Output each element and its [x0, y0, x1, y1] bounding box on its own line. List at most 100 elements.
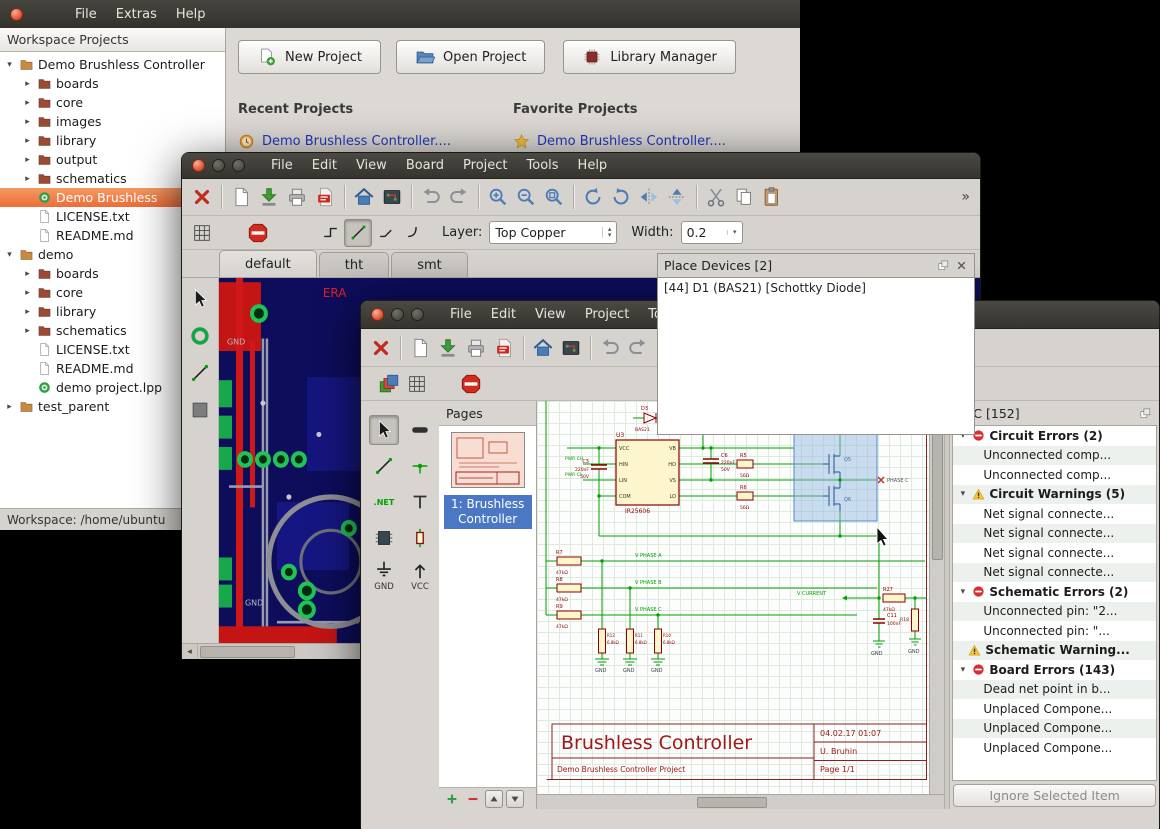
new-project-button[interactable]: New Project — [238, 40, 381, 74]
erc-item[interactable]: Net signal connecte... — [953, 543, 1156, 563]
rotate-ccw-button[interactable] — [579, 183, 607, 211]
dropdown-icon[interactable]: ▾ — [727, 228, 737, 236]
add-junction-tool[interactable] — [405, 451, 435, 481]
add-via-tool[interactable] — [185, 321, 215, 351]
menu-file[interactable]: File — [271, 158, 293, 173]
export-pdf-button[interactable] — [490, 334, 518, 362]
expander-icon[interactable]: ▸ — [22, 117, 33, 127]
menu-board[interactable]: Board — [406, 158, 444, 173]
erc-item[interactable]: Unconnected comp... — [953, 445, 1156, 465]
add-vcc-symbol-tool[interactable]: VCC — [405, 559, 435, 592]
erc-item[interactable]: Unconnected pin: "2... — [953, 601, 1156, 621]
minimize-window-button[interactable] — [391, 308, 404, 321]
undo-button[interactable] — [596, 334, 624, 362]
expander-icon[interactable]: ▸ — [22, 79, 33, 89]
remove-page-button[interactable] — [464, 790, 482, 808]
close-project-button[interactable] — [188, 183, 216, 211]
draw-trace-tool[interactable] — [185, 358, 215, 388]
wire-mode-curve-button[interactable] — [400, 219, 428, 247]
wire-mode-45-button[interactable] — [344, 218, 372, 247]
save-button[interactable] — [255, 183, 283, 211]
float-panel-icon[interactable] — [937, 259, 950, 272]
pages-list[interactable]: 1: Brushless Controller — [439, 425, 537, 787]
menu-extras[interactable]: Extras — [116, 7, 157, 22]
erc-item[interactable]: Net signal connecte... — [953, 504, 1156, 524]
expander-icon[interactable]: ▾ — [957, 587, 968, 597]
erc-category[interactable]: ▾ Circuit Warnings (5) — [953, 484, 1156, 504]
redo-button[interactable] — [445, 183, 473, 211]
new-button[interactable] — [227, 183, 255, 211]
layer-select[interactable]: Top Copper ▴ ▾ — [489, 221, 618, 244]
menu-tools[interactable]: Tools — [527, 158, 559, 173]
menu-file[interactable]: File — [75, 7, 97, 22]
close-window-button[interactable] — [371, 308, 384, 321]
expander-icon[interactable]: ▸ — [4, 402, 15, 412]
expander-icon[interactable]: ▸ — [22, 174, 33, 184]
move-page-down-button[interactable] — [506, 789, 524, 808]
scroll-left-icon[interactable]: ◂ — [182, 644, 198, 659]
erc-item[interactable]: Unconnected comp... — [953, 465, 1156, 485]
tree-item-library[interactable]: ▸ library — [0, 131, 225, 150]
erc-category[interactable]: ▾ Circuit Errors (2) — [953, 426, 1156, 446]
draw-line-tool[interactable] — [369, 451, 399, 481]
scrollbar-thumb[interactable] — [931, 430, 943, 560]
canvas-vertical-scrollbar[interactable]: ▴ — [929, 401, 945, 794]
close-window-button[interactable] — [192, 159, 205, 172]
recent-project-link[interactable]: Demo Brushless Controller.... — [238, 133, 513, 150]
selection-box[interactable] — [793, 424, 878, 522]
paste-button[interactable] — [758, 183, 786, 211]
undo-button[interactable] — [417, 183, 445, 211]
grid-settings-button[interactable] — [188, 219, 216, 247]
move-page-up-button[interactable] — [485, 789, 503, 808]
tab-smt[interactable]: smt — [391, 252, 468, 277]
wire-mode-hv-button[interactable] — [316, 219, 344, 247]
draw-plane-tool[interactable] — [185, 395, 215, 425]
erc-list[interactable]: ▾ Circuit Errors (2) Unconnected comp... … — [952, 425, 1157, 781]
expander-icon[interactable]: ▾ — [4, 60, 15, 70]
save-button[interactable] — [434, 334, 462, 362]
erc-category[interactable]: Schematic Warning... — [953, 640, 1156, 660]
menu-view[interactable]: View — [356, 158, 387, 173]
spinner-icons[interactable]: ▴ ▾ — [601, 225, 611, 239]
redo-button[interactable] — [624, 334, 652, 362]
menu-project[interactable]: Project — [585, 307, 629, 322]
ignore-selected-item-button[interactable]: Ignore Selected Item — [953, 783, 1156, 807]
zoom-in-button[interactable] — [484, 183, 512, 211]
menu-edit[interactable]: Edit — [491, 307, 516, 322]
add-symbol-tool[interactable] — [405, 523, 435, 553]
tree-item-core[interactable]: ▸ core — [0, 93, 225, 112]
flip-vertical-button[interactable] — [663, 183, 691, 211]
list-item[interactable]: [44] D1 (BAS21) [Schottky Diode] — [658, 278, 974, 298]
wire-mode-angled-button[interactable] — [372, 219, 400, 247]
expander-icon[interactable]: ▸ — [22, 136, 33, 146]
scrollbar-thumb[interactable] — [200, 645, 295, 658]
expander-icon[interactable]: ▸ — [22, 269, 33, 279]
erc-category[interactable]: ▾ Board Errors (143) — [953, 660, 1156, 680]
grid-settings-button[interactable] — [403, 370, 431, 398]
erc-item[interactable]: Unplaced Compone... — [953, 738, 1156, 758]
tree-item-demo-brushless-controller[interactable]: ▾ Demo Brushless Controller — [0, 55, 225, 74]
new-button[interactable] — [406, 334, 434, 362]
width-select[interactable]: 0.2 ▾ — [680, 221, 743, 244]
tree-item-boards[interactable]: ▸ boards — [0, 74, 225, 93]
toolbar-overflow-chevron[interactable]: » — [957, 189, 974, 205]
close-project-button[interactable] — [367, 334, 395, 362]
maximize-window-button[interactable] — [232, 159, 245, 172]
abort-command-button[interactable] — [457, 370, 485, 398]
tree-item-images[interactable]: ▸ images — [0, 112, 225, 131]
erc-item[interactable]: Unplaced Compone... — [953, 699, 1156, 719]
menu-project[interactable]: Project — [463, 158, 507, 173]
expander-icon[interactable]: ▸ — [22, 155, 33, 165]
favorite-project-link[interactable]: Demo Brushless Controller.... — [513, 133, 788, 150]
expander-icon[interactable]: ▸ — [22, 288, 33, 298]
erc-item[interactable]: Unconnected pin: "... — [953, 621, 1156, 641]
open-project-button[interactable]: Open Project — [395, 40, 546, 74]
abort-command-button[interactable] — [244, 219, 272, 247]
menu-view[interactable]: View — [535, 307, 566, 322]
rotate-cw-button[interactable] — [607, 183, 635, 211]
board-editor-button[interactable] — [378, 183, 406, 211]
tab-default[interactable]: default — [219, 250, 317, 277]
expander-icon[interactable]: ▸ — [22, 98, 33, 108]
erc-item[interactable]: Unplaced Compone... — [953, 718, 1156, 738]
maximize-window-button[interactable] — [411, 308, 424, 321]
